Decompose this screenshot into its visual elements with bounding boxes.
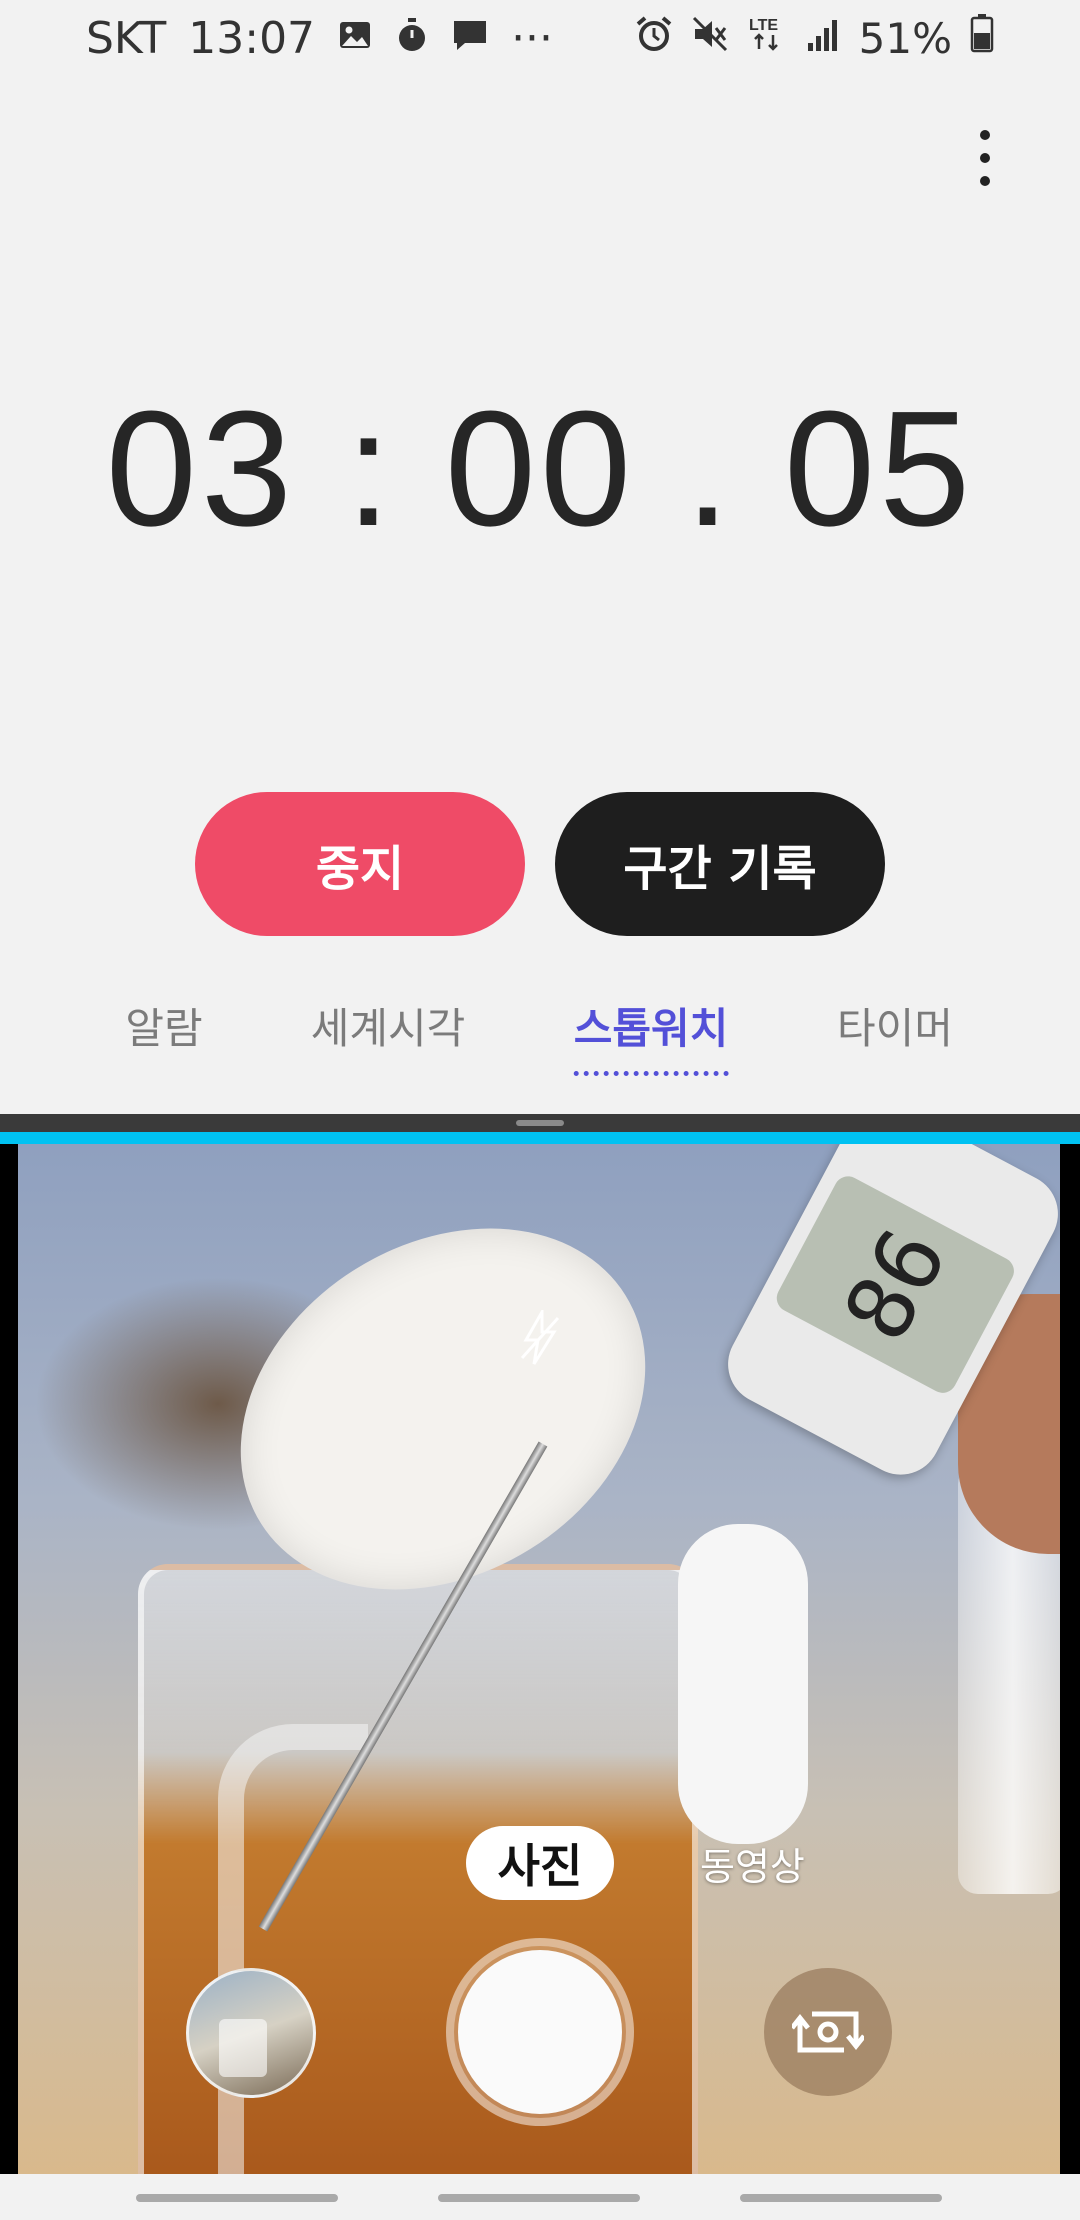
nav-home[interactable] xyxy=(438,2194,640,2202)
stop-button[interactable]: 중지 xyxy=(195,792,525,936)
mode-photo[interactable]: 사진 xyxy=(466,1826,614,1900)
nav-recents[interactable] xyxy=(136,2194,338,2202)
more-options-button[interactable] xyxy=(960,118,1010,198)
tab-timer[interactable]: 타이머 xyxy=(837,995,953,1056)
mute-icon xyxy=(691,13,729,64)
battery-percent: 51% xyxy=(858,13,952,63)
shutter-button[interactable] xyxy=(458,1950,622,2114)
switch-camera-icon xyxy=(792,2011,864,2053)
stopwatch-time: 03 : 00 . 05 xyxy=(105,377,975,560)
more-notifications: ··· xyxy=(511,12,554,64)
status-time: 13:07 xyxy=(188,12,316,64)
tab-world-clock[interactable]: 세계시각 xyxy=(311,995,466,1056)
switch-camera-button[interactable] xyxy=(764,1968,892,2096)
viewfinder-figure xyxy=(678,1524,808,1844)
mode-video[interactable]: 동영상 xyxy=(700,1836,805,1891)
stopwatch-icon xyxy=(395,13,429,64)
status-bar: SKT 13:07 ··· LTE 51% xyxy=(0,0,1080,76)
battery-icon xyxy=(970,13,994,64)
gallery-thumbnail[interactable] xyxy=(186,1968,316,2098)
signal-icon xyxy=(805,13,841,64)
bottom-tabs: 알람 세계시각 스톱워치 타이머 xyxy=(0,995,1080,1076)
nav-back[interactable] xyxy=(740,2194,942,2202)
split-accent-bar xyxy=(0,1132,1080,1144)
lte-icon: LTE xyxy=(747,13,787,64)
carrier-label: SKT xyxy=(86,12,167,64)
tab-alarm[interactable]: 알람 xyxy=(125,995,202,1056)
tab-stopwatch[interactable]: 스톱워치 xyxy=(573,995,728,1076)
more-options-icon xyxy=(980,130,990,140)
split-handle[interactable] xyxy=(516,1120,564,1126)
svg-text:LTE: LTE xyxy=(749,17,778,34)
message-icon xyxy=(451,13,489,64)
lap-button[interactable]: 구간 기록 xyxy=(555,792,885,936)
thermometer-display: 86 xyxy=(771,1171,1019,1398)
image-icon xyxy=(337,13,373,64)
flash-off-icon xyxy=(518,1306,562,1366)
alarm-icon xyxy=(635,13,673,64)
navigation-bar xyxy=(0,2174,1080,2220)
